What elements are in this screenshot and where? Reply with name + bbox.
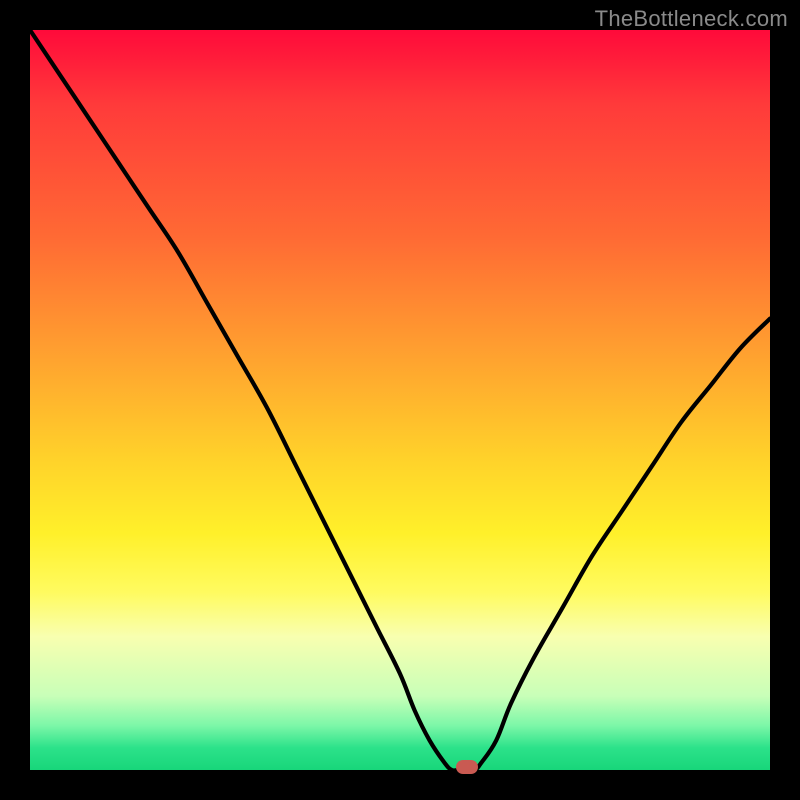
plot-area <box>30 30 770 770</box>
chart-frame: TheBottleneck.com <box>0 0 800 800</box>
optimal-point-marker <box>456 760 478 774</box>
watermark-text: TheBottleneck.com <box>595 6 788 32</box>
bottleneck-curve <box>30 30 770 770</box>
